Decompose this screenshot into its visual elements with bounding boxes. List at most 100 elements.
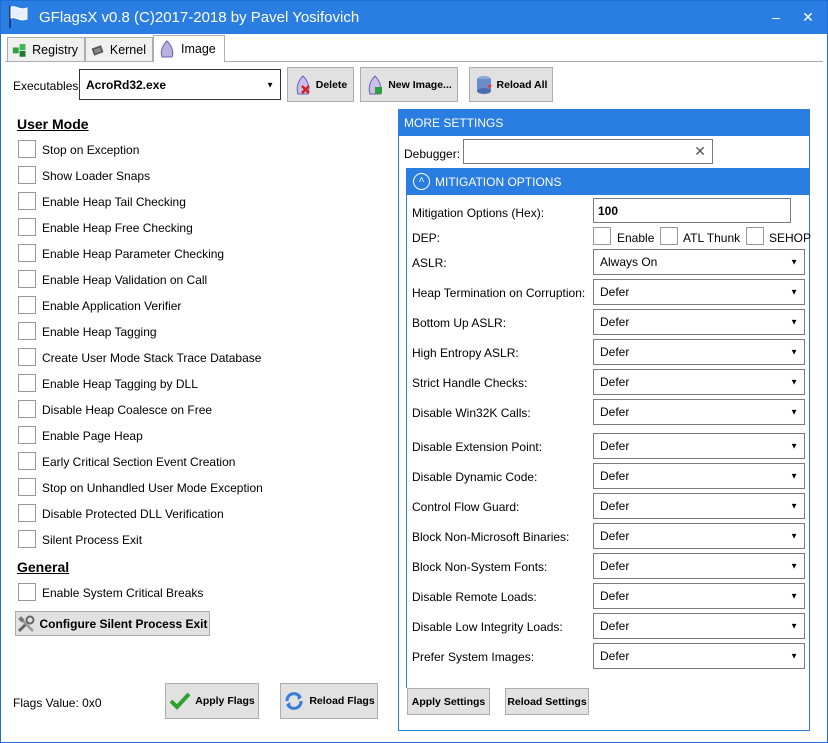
mitigation-row-label: Block Non-System Fonts:	[412, 560, 548, 574]
new-image-button[interactable]: New Image...	[360, 67, 458, 102]
mitigation-dropdown-value: Defer	[600, 589, 630, 603]
tab-registry[interactable]: Registry	[7, 37, 85, 61]
mitigation-row-label: Bottom Up ASLR:	[412, 316, 507, 330]
clear-icon[interactable]: ✕	[694, 143, 706, 160]
chevron-down-icon: ▼	[790, 591, 798, 601]
checkbox-sehop[interactable]	[746, 227, 764, 245]
mitigation-dropdown[interactable]: Defer ▼	[593, 369, 805, 395]
tools-icon	[18, 615, 35, 632]
dep-enable-label: Enable	[617, 231, 655, 245]
general-heading: General	[17, 559, 70, 575]
chevron-down-icon: ▼	[790, 441, 798, 451]
apply-flags-button[interactable]: Apply Flags	[165, 683, 259, 719]
checkbox-label: Disable Protected DLL Verification	[42, 507, 224, 521]
apply-settings-button[interactable]: Apply Settings	[407, 688, 490, 715]
reload-settings-button[interactable]: Reload Settings	[505, 688, 589, 715]
executables-label: Executables:	[13, 79, 82, 93]
mitigation-dropdown[interactable]: Always On ▼	[593, 249, 805, 275]
mitigation-dropdown[interactable]: Defer ▼	[593, 279, 805, 305]
mitigation-dropdown-value: Defer	[600, 375, 630, 389]
checkbox-label: Enable Heap Validation on Call	[42, 273, 208, 287]
mitigation-row-label: ASLR:	[412, 256, 447, 270]
checkbox-user-mode-8[interactable]	[18, 348, 36, 366]
checkbox-user-mode-3[interactable]	[18, 218, 36, 236]
mitigation-dropdown[interactable]: Defer ▼	[593, 463, 805, 489]
executables-dropdown[interactable]: AcroRd32.exe ▼	[79, 69, 281, 100]
checkbox-user-mode-1[interactable]	[18, 166, 36, 184]
tab-image[interactable]: Image	[153, 35, 225, 62]
chevron-down-icon: ▼	[790, 317, 798, 327]
image-icon	[160, 40, 174, 58]
registry-icon	[12, 43, 26, 57]
configure-silent-process-exit-button[interactable]: Configure Silent Process Exit	[15, 611, 210, 636]
mitigation-dropdown-value: Defer	[600, 345, 630, 359]
checkbox-label: Stop on Exception	[42, 143, 140, 157]
title-bar[interactable]: GFlagsX v0.8 (C)2017-2018 by Pavel Yosif…	[1, 1, 827, 34]
reload-all-button[interactable]: Reload All	[469, 67, 553, 102]
sehop-label: SEHOP	[769, 231, 812, 245]
checkbox-user-mode-7[interactable]	[18, 322, 36, 340]
checkbox-user-mode-10[interactable]	[18, 400, 36, 418]
delete-button[interactable]: Delete	[287, 67, 354, 102]
mitigation-hex-value: 100	[598, 204, 619, 218]
mitigation-dropdown-value: Defer	[600, 499, 630, 513]
tab-kernel[interactable]: Kernel	[85, 37, 153, 61]
mitigation-dropdown[interactable]: Defer ▼	[593, 339, 805, 365]
checkbox-user-mode-11[interactable]	[18, 426, 36, 444]
close-icon[interactable]: ✕	[797, 7, 819, 27]
mitigation-dropdown[interactable]: Defer ▼	[593, 523, 805, 549]
minimize-icon[interactable]: –	[765, 7, 787, 27]
mitigation-row-label: Control Flow Guard:	[412, 500, 520, 514]
chevron-down-icon: ▼	[790, 347, 798, 357]
user-mode-heading: User Mode	[17, 116, 89, 132]
checkbox-label: Enable Page Heap	[42, 429, 143, 443]
mitigation-dropdown[interactable]: Defer ▼	[593, 553, 805, 579]
checkbox-user-mode-5[interactable]	[18, 270, 36, 288]
checkbox-enable-system-critical-breaks[interactable]	[18, 583, 36, 601]
mitigation-hex-input[interactable]: 100	[593, 198, 791, 223]
mitigation-options-panel: ˄ MITIGATION OPTIONS Mitigation Options …	[406, 168, 812, 688]
mitigation-dropdown[interactable]: Defer ▼	[593, 643, 805, 669]
window-title: GFlagsX v0.8 (C)2017-2018 by Pavel Yosif…	[39, 9, 360, 26]
reload-settings-label: Reload Settings	[507, 695, 587, 708]
checkbox-user-mode-6[interactable]	[18, 296, 36, 314]
checkbox-label: Disable Heap Coalesce on Free	[42, 403, 213, 417]
mitigation-dropdown-value: Defer	[600, 619, 630, 633]
mitigation-row-label: Heap Termination on Corruption:	[412, 286, 586, 300]
chevron-down-icon: ▼	[790, 287, 798, 297]
debugger-input[interactable]: ✕	[463, 139, 713, 164]
checkmark-icon	[169, 692, 191, 710]
mitigation-dropdown[interactable]: Defer ▼	[593, 399, 805, 425]
checkbox-label: Silent Process Exit	[42, 533, 143, 547]
checkbox-dep-enable[interactable]	[593, 227, 611, 245]
mitigation-dropdown[interactable]: Defer ▼	[593, 433, 805, 459]
mitigation-options-header[interactable]: ˄ MITIGATION OPTIONS	[407, 169, 810, 195]
checkbox-user-mode-12[interactable]	[18, 452, 36, 470]
more-settings-panel: MORE SETTINGS Debugger: ✕ ˄ MITIGATION O…	[398, 109, 812, 731]
checkbox-label: Enable Heap Parameter Checking	[42, 247, 225, 261]
tab-kernel-label: Kernel	[109, 42, 146, 57]
chevron-down-icon: ▼	[790, 407, 798, 417]
checkbox-user-mode-0[interactable]	[18, 140, 36, 158]
checkbox-label: Enable Heap Tagging by DLL	[42, 377, 198, 391]
mitigation-dropdown[interactable]: Defer ▼	[593, 583, 805, 609]
reload-flags-button[interactable]: Reload Flags	[280, 683, 378, 719]
checkbox-user-mode-13[interactable]	[18, 478, 36, 496]
checkbox-user-mode-4[interactable]	[18, 244, 36, 262]
chevron-down-icon: ▼	[790, 531, 798, 541]
checkbox-user-mode-9[interactable]	[18, 374, 36, 392]
checkbox-label: Show Loader Snaps	[42, 169, 151, 183]
collapse-icon[interactable]: ˄	[413, 173, 430, 190]
mitigation-dropdown[interactable]: Defer ▼	[593, 309, 805, 335]
checkbox-user-mode-15[interactable]	[18, 530, 36, 548]
mitigation-dropdown[interactable]: Defer ▼	[593, 613, 805, 639]
mitigation-dropdown[interactable]: Defer ▼	[593, 493, 805, 519]
delete-icon	[296, 74, 310, 94]
app-window: GFlagsX v0.8 (C)2017-2018 by Pavel Yosif…	[0, 0, 828, 743]
checkbox-user-mode-14[interactable]	[18, 504, 36, 522]
database-icon	[476, 75, 492, 94]
checkbox-atl-thunk[interactable]	[660, 227, 678, 245]
mitigation-row-label: Disable Low Integrity Loads:	[412, 620, 563, 634]
chevron-down-icon: ▼	[790, 377, 798, 387]
checkbox-user-mode-2[interactable]	[18, 192, 36, 210]
